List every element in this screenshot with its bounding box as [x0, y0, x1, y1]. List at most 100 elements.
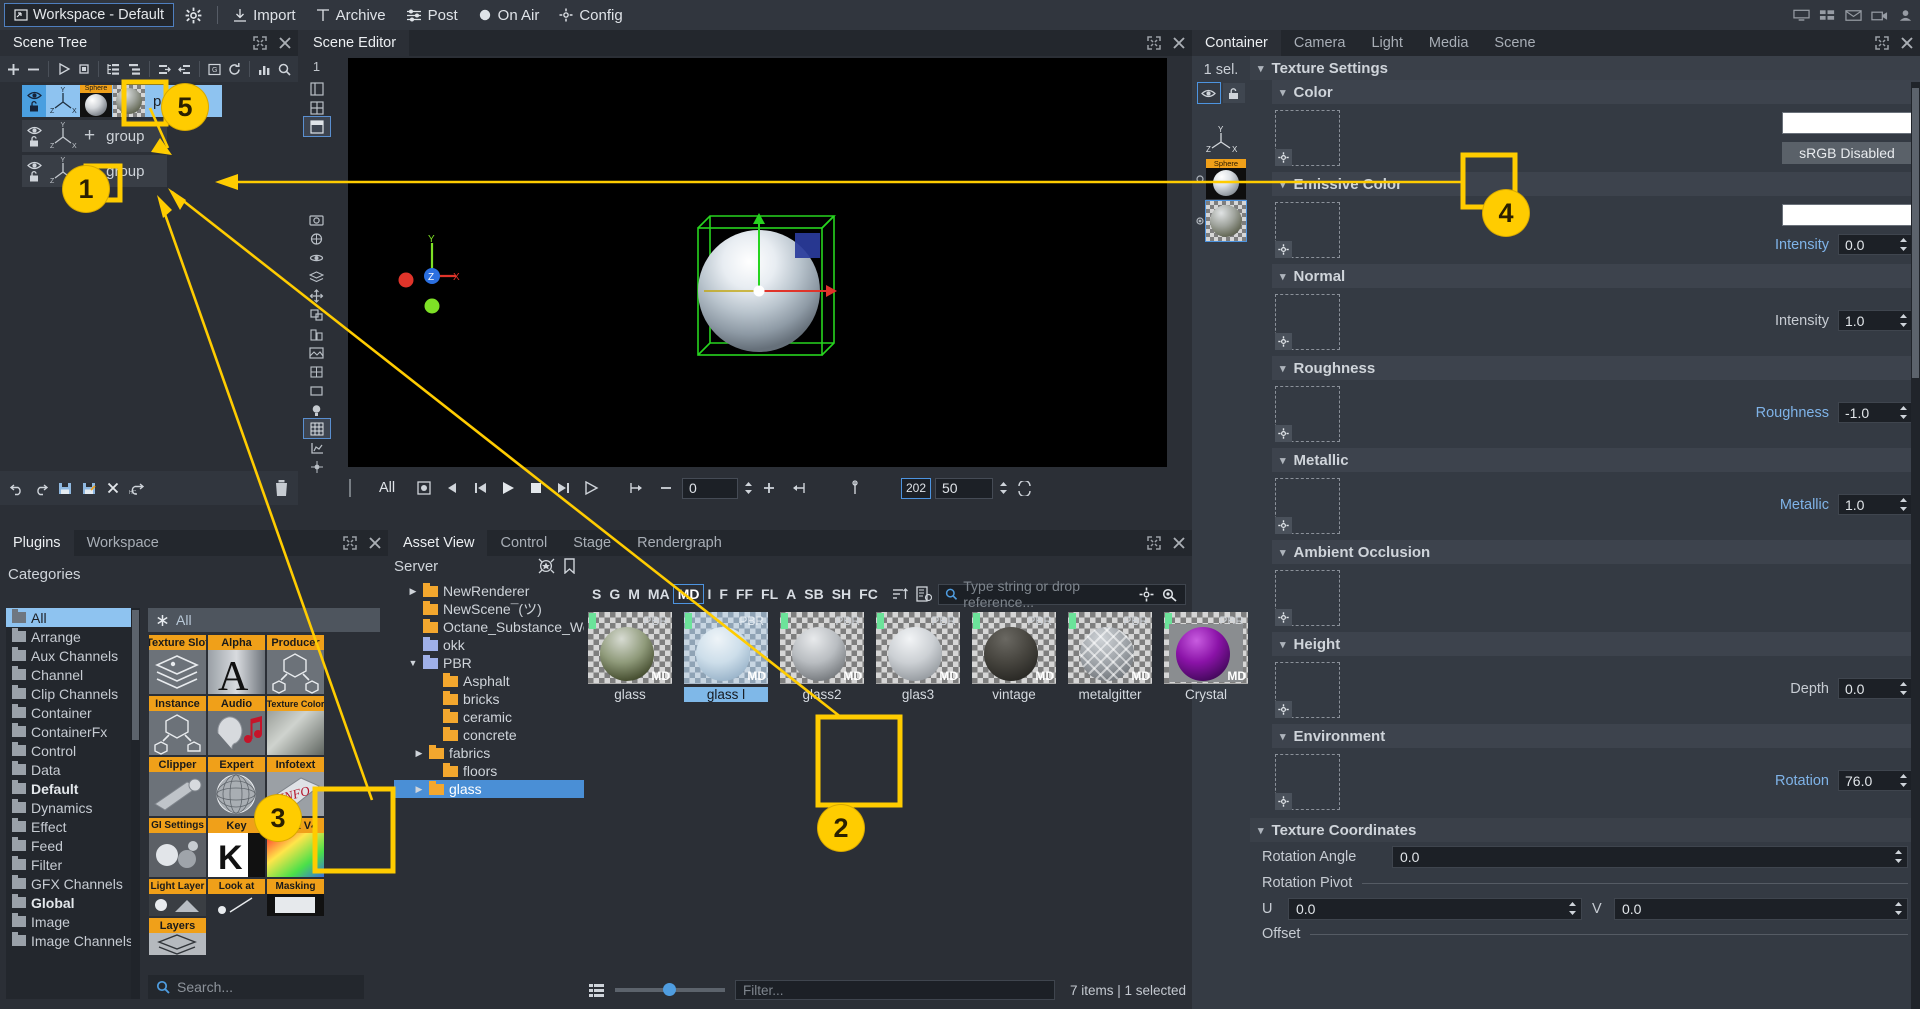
tab-scene[interactable]: Scene — [1481, 30, 1549, 56]
chart-button[interactable] — [255, 58, 274, 80]
color-swatch[interactable] — [1782, 112, 1912, 134]
section-height[interactable]: ▾ Height — [1272, 632, 1920, 656]
split-vertical-icon[interactable] — [304, 79, 330, 98]
filter-A[interactable]: A — [782, 585, 800, 603]
tab-camera[interactable]: Camera — [1280, 30, 1359, 56]
undo-button[interactable] — [6, 477, 28, 499]
gear-icon[interactable] — [1275, 149, 1292, 166]
chevron-down-icon[interactable]: ▼ — [408, 658, 418, 668]
scene-tree-row-2[interactable]: Y Z X + group — [22, 155, 167, 187]
height-texture-slot[interactable] — [1275, 662, 1340, 718]
v-field[interactable]: 0.0 — [1614, 898, 1908, 920]
frame-field[interactable]: 0 — [682, 477, 738, 499]
list-view-icon[interactable] — [588, 983, 605, 998]
rect-tool-icon[interactable] — [304, 381, 330, 400]
asset-thumbnail[interactable]: PBR MD — [1164, 612, 1248, 684]
row1-expand-plus[interactable]: + — [84, 125, 95, 147]
category-item[interactable]: Aux Channels — [6, 646, 140, 665]
loop-toggle-button[interactable] — [1012, 477, 1036, 499]
plugin-tile[interactable]: Audio — [208, 696, 265, 755]
row0-visibility-toggles[interactable] — [22, 85, 46, 117]
save-button[interactable] — [54, 477, 76, 499]
plugin-tile[interactable]: Masking — [267, 879, 324, 916]
monitor-icon[interactable] — [1793, 9, 1810, 22]
gear-icon[interactable] — [1275, 241, 1292, 258]
tab-scene-editor[interactable]: Scene Editor — [300, 30, 410, 56]
filter-G[interactable]: G — [605, 585, 624, 603]
asset-thumbnail[interactable]: PBR MD — [972, 612, 1056, 684]
row0-sphere-thumb[interactable]: Sphere — [80, 85, 112, 117]
stop-button[interactable] — [524, 477, 548, 499]
color-texture-slot[interactable] — [1275, 110, 1340, 166]
lock-open-icon[interactable] — [28, 170, 40, 182]
category-item[interactable]: All — [6, 608, 140, 627]
stack-texture-item[interactable] — [1205, 200, 1247, 242]
asset-grid[interactable]: PBR MD glass PBR MD glass l PBR MD glass… — [588, 612, 1248, 722]
play-button[interactable] — [496, 477, 520, 499]
spinner-icon[interactable] — [1899, 405, 1908, 420]
asset-thumbnail[interactable]: PBR MD — [1068, 612, 1152, 684]
refresh-server-icon[interactable] — [538, 558, 555, 574]
normal-intensity-field[interactable]: 1.0 — [1838, 310, 1912, 331]
category-item[interactable]: Filter — [6, 855, 140, 874]
categories-scrollbar[interactable] — [131, 608, 140, 999]
menu-item-onair[interactable]: On Air — [469, 2, 549, 28]
plugin-tile[interactable]: Producer — [267, 635, 324, 694]
section-normal[interactable]: ▾ Normal — [1272, 264, 1920, 288]
properties-scrollbar[interactable] — [1911, 82, 1920, 1009]
tree-item[interactable]: ceramic — [394, 708, 584, 726]
indent-left-button[interactable] — [175, 58, 194, 80]
section-color[interactable]: ▾ Color — [1272, 80, 1920, 104]
emissive-texture-slot[interactable] — [1275, 202, 1340, 258]
plugins-search-input[interactable]: Search... — [148, 975, 364, 999]
emissive-intensity-field[interactable]: 0.0 — [1838, 234, 1912, 255]
ao-texture-slot[interactable] — [1275, 570, 1340, 626]
increment-frame-button[interactable] — [757, 477, 781, 499]
section-texture-coordinates[interactable]: ▾ Texture Coordinates — [1250, 818, 1920, 842]
category-item[interactable]: Clip Channels — [6, 684, 140, 703]
section-roughness[interactable]: ▾ Roughness — [1272, 356, 1920, 380]
grid-toggle-icon[interactable] — [302, 418, 331, 439]
split-quad-icon[interactable] — [304, 98, 330, 117]
environment-texture-slot[interactable] — [1275, 754, 1340, 810]
category-item[interactable]: Control — [6, 741, 140, 760]
depth-field[interactable]: 0.0 — [1838, 678, 1912, 699]
plugin-tile[interactable]: Key K — [208, 818, 265, 877]
tree-item[interactable]: ▶ fabrics — [394, 744, 584, 762]
category-item[interactable]: Channel — [6, 665, 140, 684]
image-plane-icon[interactable] — [304, 343, 330, 362]
camera-icon[interactable] — [1871, 9, 1888, 22]
bookmark-icon[interactable] — [562, 558, 577, 574]
section-emissive-color[interactable]: ▾ Emissive Color — [1272, 172, 1920, 196]
category-item[interactable]: ContainerFx — [6, 722, 140, 741]
plugin-tile[interactable]: Texture Slot — [149, 635, 206, 694]
info-list-icon[interactable] — [916, 586, 932, 602]
add-node-button[interactable] — [4, 58, 23, 80]
menu-item-post[interactable]: Post — [397, 2, 467, 28]
go-to-start-button[interactable] — [468, 477, 492, 499]
u-field[interactable]: 0.0 — [1288, 898, 1582, 920]
record-button[interactable] — [412, 477, 436, 499]
set-in-button[interactable] — [626, 477, 650, 499]
tree-item[interactable]: concrete — [394, 726, 584, 744]
remove-node-button[interactable] — [24, 58, 43, 80]
tree-item[interactable]: ▶ NewRenderer — [394, 582, 584, 600]
close-icon[interactable] — [368, 536, 382, 550]
filter-FF[interactable]: FF — [732, 585, 757, 603]
chart-axis-icon[interactable] — [304, 438, 330, 457]
spinner-icon[interactable] — [1899, 773, 1908, 788]
frame-spinner[interactable] — [744, 481, 753, 495]
sort-icon[interactable] — [892, 587, 908, 602]
workspace-selector[interactable]: Workspace - Default — [4, 3, 175, 27]
plugin-tile[interactable]: Look at — [208, 879, 265, 916]
save-as-button[interactable] — [78, 477, 100, 499]
fps-indicator[interactable]: 202 — [901, 477, 931, 499]
tree-item-selected[interactable]: ▶ glass — [394, 780, 584, 798]
filter-FL[interactable]: FL — [757, 585, 782, 603]
plugin-tile[interactable]: Instance — [149, 696, 206, 755]
expand-icon[interactable] — [1875, 36, 1889, 50]
tree-item[interactable]: ▼ PBR — [394, 654, 584, 672]
category-item[interactable]: Default — [6, 779, 140, 798]
spinner-icon[interactable] — [1894, 849, 1903, 864]
filter-SB[interactable]: SB — [800, 585, 827, 603]
